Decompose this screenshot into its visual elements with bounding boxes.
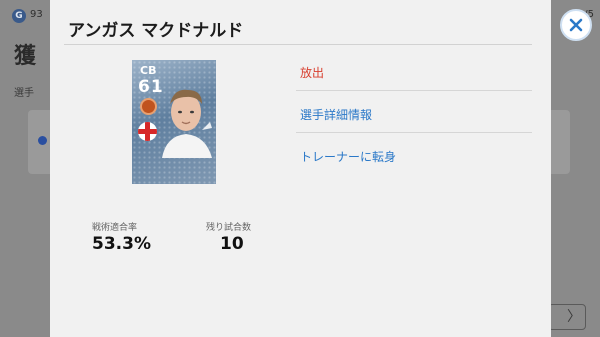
action-divider	[296, 90, 532, 91]
remaining-matches-value: 10	[220, 234, 244, 254]
background-subheading: 選手	[14, 88, 34, 99]
tactic-fit-label: 戦術適合率	[92, 223, 138, 233]
coin-icon: G	[12, 9, 26, 23]
club-badge-icon	[140, 98, 157, 115]
background-indicator-dot	[38, 136, 47, 145]
close-icon	[569, 18, 583, 32]
player-action-modal: アンガス マクドナルド CB 61 放出 選手詳細情報 トレーナーに転身 戦術適…	[50, 0, 551, 337]
coin-value: 93	[30, 9, 43, 20]
close-button[interactable]	[560, 9, 592, 41]
player-details-button[interactable]: 選手詳細情報	[300, 106, 372, 123]
transfer-to-trainer-button[interactable]: トレーナーに転身	[300, 148, 396, 165]
tactic-fit-value: 53.3%	[92, 234, 151, 254]
remaining-matches-label: 残り試合数	[206, 223, 252, 233]
player-portrait	[162, 89, 212, 158]
modal-title: アンガス マクドナルド	[68, 21, 244, 41]
background-heading: 獲	[14, 44, 37, 69]
player-card[interactable]: CB 61	[132, 60, 216, 184]
title-divider	[64, 44, 532, 45]
england-flag-icon	[138, 122, 157, 141]
card-position: CB	[140, 64, 157, 77]
action-divider	[296, 132, 532, 133]
release-button[interactable]: 放出	[300, 64, 324, 81]
background-next-button: 〉	[548, 304, 586, 330]
